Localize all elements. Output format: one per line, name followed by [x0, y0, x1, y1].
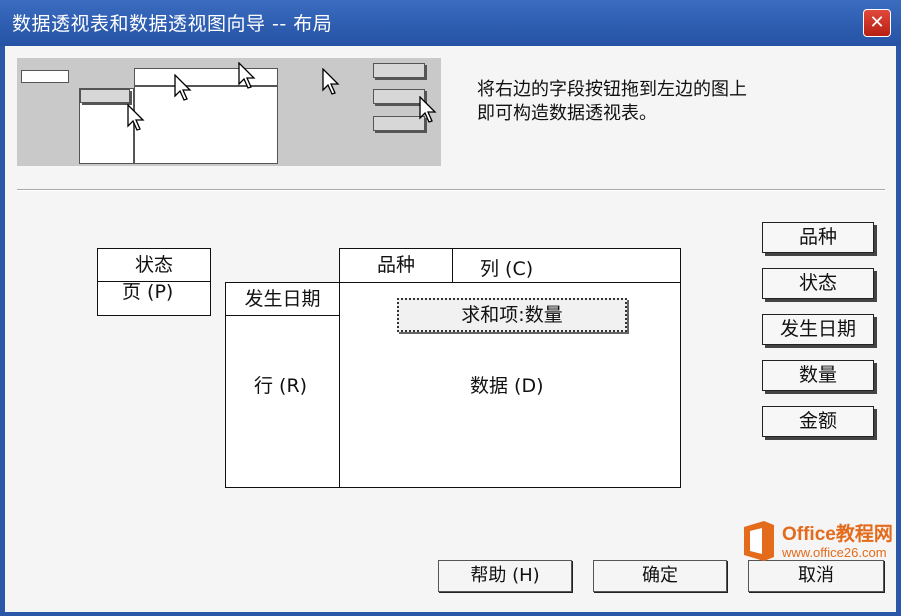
field-button-status[interactable]: 状态	[762, 268, 874, 299]
instruction-text: 将右边的字段按钮拖到左边的图上 即可构造数据透视表。	[477, 78, 747, 126]
title-bar: 数据透视表和数据透视图向导 -- 布局 ✕	[0, 0, 901, 46]
watermark-url: www.office26.com	[782, 545, 887, 560]
help-button[interactable]: 帮助 (H)	[438, 560, 572, 592]
instruction-line: 即可构造数据透视表。	[477, 103, 657, 124]
data-area-label: 数据 (D)	[470, 375, 544, 397]
ok-button[interactable]: 确定	[593, 560, 727, 592]
pivot-wizard-window: 数据透视表和数据透视图向导 -- 布局 ✕ 将右边的字段按钮拖到左边的图上 即可…	[0, 0, 901, 616]
mouse-cursor-icon	[174, 74, 192, 101]
page-field-chip[interactable]: 状态	[97, 248, 211, 282]
field-button-quantity[interactable]: 数量	[762, 360, 874, 391]
layout-preview-illustration	[17, 58, 441, 166]
close-button[interactable]: ✕	[863, 9, 891, 37]
mouse-cursor-icon	[322, 68, 340, 95]
preview-data-box	[134, 86, 278, 164]
row-field-chip[interactable]: 发生日期	[225, 282, 340, 316]
column-field-chip[interactable]: 品种	[339, 248, 453, 284]
separator	[17, 189, 885, 191]
instruction-line: 将右边的字段按钮拖到左边的图上	[477, 79, 747, 100]
watermark: Office教程网 www.office26.com	[738, 515, 898, 567]
column-area-label: 列 (C)	[480, 258, 534, 280]
preview-field-button	[373, 63, 425, 78]
mouse-cursor-icon	[419, 96, 437, 123]
field-button-amount[interactable]: 金额	[762, 406, 874, 437]
close-icon: ✕	[869, 12, 885, 33]
watermark-text: Office教程网	[782, 524, 893, 545]
mouse-cursor-icon	[127, 104, 145, 131]
mouse-cursor-icon	[238, 62, 256, 89]
preview-field-chip	[80, 89, 130, 103]
row-area-label: 行 (R)	[254, 375, 308, 397]
window-title: 数据透视表和数据透视图向导 -- 布局	[12, 13, 333, 35]
preview-field-button	[373, 116, 425, 131]
preview-page-box	[21, 70, 69, 83]
data-field-chip[interactable]: 求和项:数量	[397, 298, 627, 332]
preview-field-button	[373, 89, 425, 104]
field-button-date[interactable]: 发生日期	[762, 314, 874, 345]
office-logo-icon	[744, 521, 774, 561]
field-button-variety[interactable]: 品种	[762, 222, 874, 253]
